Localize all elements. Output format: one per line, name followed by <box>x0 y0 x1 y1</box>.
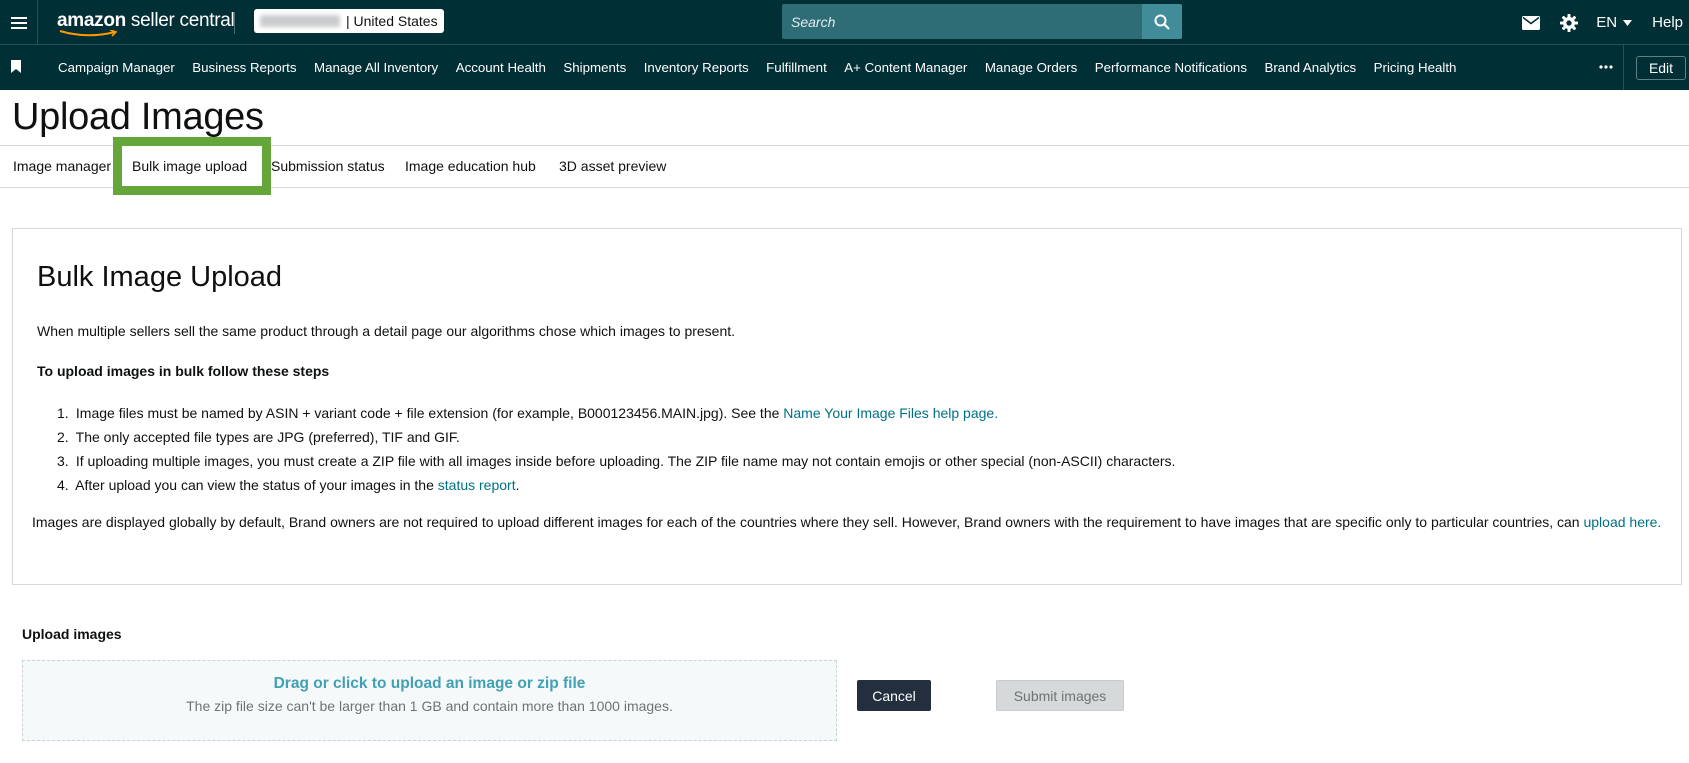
top-bar: amazon seller central | United States Se… <box>0 0 1689 45</box>
search-icon <box>1154 14 1170 30</box>
cancel-button[interactable]: Cancel <box>857 680 931 711</box>
mail-icon[interactable] <box>1512 0 1550 45</box>
tab-image-manager[interactable]: Image manager <box>13 158 111 174</box>
menu-icon[interactable] <box>0 0 38 45</box>
step-number: 1. <box>57 405 69 421</box>
card-intro: When multiple sellers sell the same prod… <box>37 323 736 339</box>
nav-item-fulfillment[interactable]: Fulfillment <box>766 60 827 75</box>
step-text-suffix: . <box>515 477 520 493</box>
step-item: 3. If uploading multiple images, you mus… <box>57 453 1175 477</box>
edit-nav-button[interactable]: Edit <box>1636 56 1686 80</box>
search-bar <box>782 4 1182 39</box>
note-text: Images are displayed globally by default… <box>32 514 1584 530</box>
submit-images-button[interactable]: Submit images <box>996 680 1124 711</box>
step-number: 2. <box>57 429 69 445</box>
step-item: 1. Image files must be named by ASIN + v… <box>57 405 1175 429</box>
bulk-upload-info-card: Bulk Image Upload When multiple sellers … <box>12 228 1682 585</box>
nav-bar: Campaign Manager Business Reports Manage… <box>0 45 1689 90</box>
page-title: Upload Images <box>12 96 264 138</box>
tab-3d-asset-preview[interactable]: 3D asset preview <box>559 158 666 174</box>
nav-item-shipments[interactable]: Shipments <box>563 60 626 75</box>
gear-icon[interactable] <box>1550 0 1588 45</box>
step-text: Image files must be named by ASIN + vari… <box>75 405 784 421</box>
logo-brand: amazon <box>57 10 126 31</box>
search-input[interactable] <box>782 4 1142 39</box>
nav-item-account-health[interactable]: Account Health <box>456 60 546 75</box>
step-number: 3. <box>57 453 69 469</box>
more-options-icon[interactable] <box>1594 58 1618 76</box>
bookmark-icon[interactable] <box>11 60 21 73</box>
marketplace-label: | United States <box>346 13 438 29</box>
account-switcher[interactable]: | United States <box>254 9 444 33</box>
step-text: After upload you can view the status of … <box>75 477 438 493</box>
nav-item-manage-orders[interactable]: Manage Orders <box>985 60 1077 75</box>
steps-list: 1. Image files must be named by ASIN + v… <box>57 405 1175 501</box>
account-name-redacted <box>260 15 340 27</box>
logo-smile-icon <box>59 30 118 37</box>
nav-item-campaign-manager[interactable]: Campaign Manager <box>58 60 175 75</box>
dropzone-hint: The zip file size can't be larger than 1… <box>186 698 673 714</box>
language-label: EN <box>1596 14 1618 31</box>
step-item: 2. The only accepted file types are JPG … <box>57 429 1175 453</box>
nav-item-pricing-health[interactable]: Pricing Health <box>1374 60 1457 75</box>
search-button[interactable] <box>1142 4 1182 39</box>
name-image-files-help-link[interactable]: Name Your Image Files help page. <box>783 405 998 421</box>
tab-image-education-hub[interactable]: Image education hub <box>405 158 536 174</box>
tab-bulk-image-upload[interactable]: Bulk image upload <box>132 158 247 174</box>
nav-item-brand-analytics[interactable]: Brand Analytics <box>1264 60 1356 75</box>
nav-item-inventory-reports[interactable]: Inventory Reports <box>644 60 749 75</box>
step-text: If uploading multiple images, you must c… <box>75 453 1176 469</box>
step-item: 4. After upload you can view the status … <box>57 477 1175 501</box>
dropzone-title: Drag or click to upload an image or zip … <box>273 675 586 692</box>
upload-images-label: Upload images <box>22 626 122 642</box>
nav-item-performance-notifications[interactable]: Performance Notifications <box>1095 60 1247 75</box>
upload-here-link[interactable]: upload here. <box>1583 514 1661 530</box>
nav-divider <box>1623 45 1624 90</box>
global-images-note: Images are displayed globally by default… <box>32 512 1672 532</box>
tab-submission-status[interactable]: Submission status <box>271 158 385 174</box>
help-link[interactable]: Help <box>1640 14 1689 31</box>
step-number: 4. <box>57 477 69 493</box>
file-dropzone[interactable]: Drag or click to upload an image or zip … <box>22 660 837 741</box>
nav-item-a-plus-content-manager[interactable]: A+ Content Manager <box>844 60 967 75</box>
status-report-link[interactable]: status report <box>438 477 516 493</box>
steps-heading: To upload images in bulk follow these st… <box>37 363 330 379</box>
logo-product: seller central <box>125 10 235 31</box>
nav-item-manage-all-inventory[interactable]: Manage All Inventory <box>314 60 438 75</box>
step-text: The only accepted file types are JPG (pr… <box>75 429 460 445</box>
header-divider <box>234 12 235 34</box>
card-title: Bulk Image Upload <box>37 261 283 293</box>
caret-down-icon <box>1623 19 1633 26</box>
nav-items: Campaign Manager Business Reports Manage… <box>58 45 1474 90</box>
language-selector[interactable]: EN <box>1588 14 1640 31</box>
amazon-seller-central-logo[interactable]: amazon seller central <box>57 6 235 40</box>
nav-item-business-reports[interactable]: Business Reports <box>192 60 296 75</box>
